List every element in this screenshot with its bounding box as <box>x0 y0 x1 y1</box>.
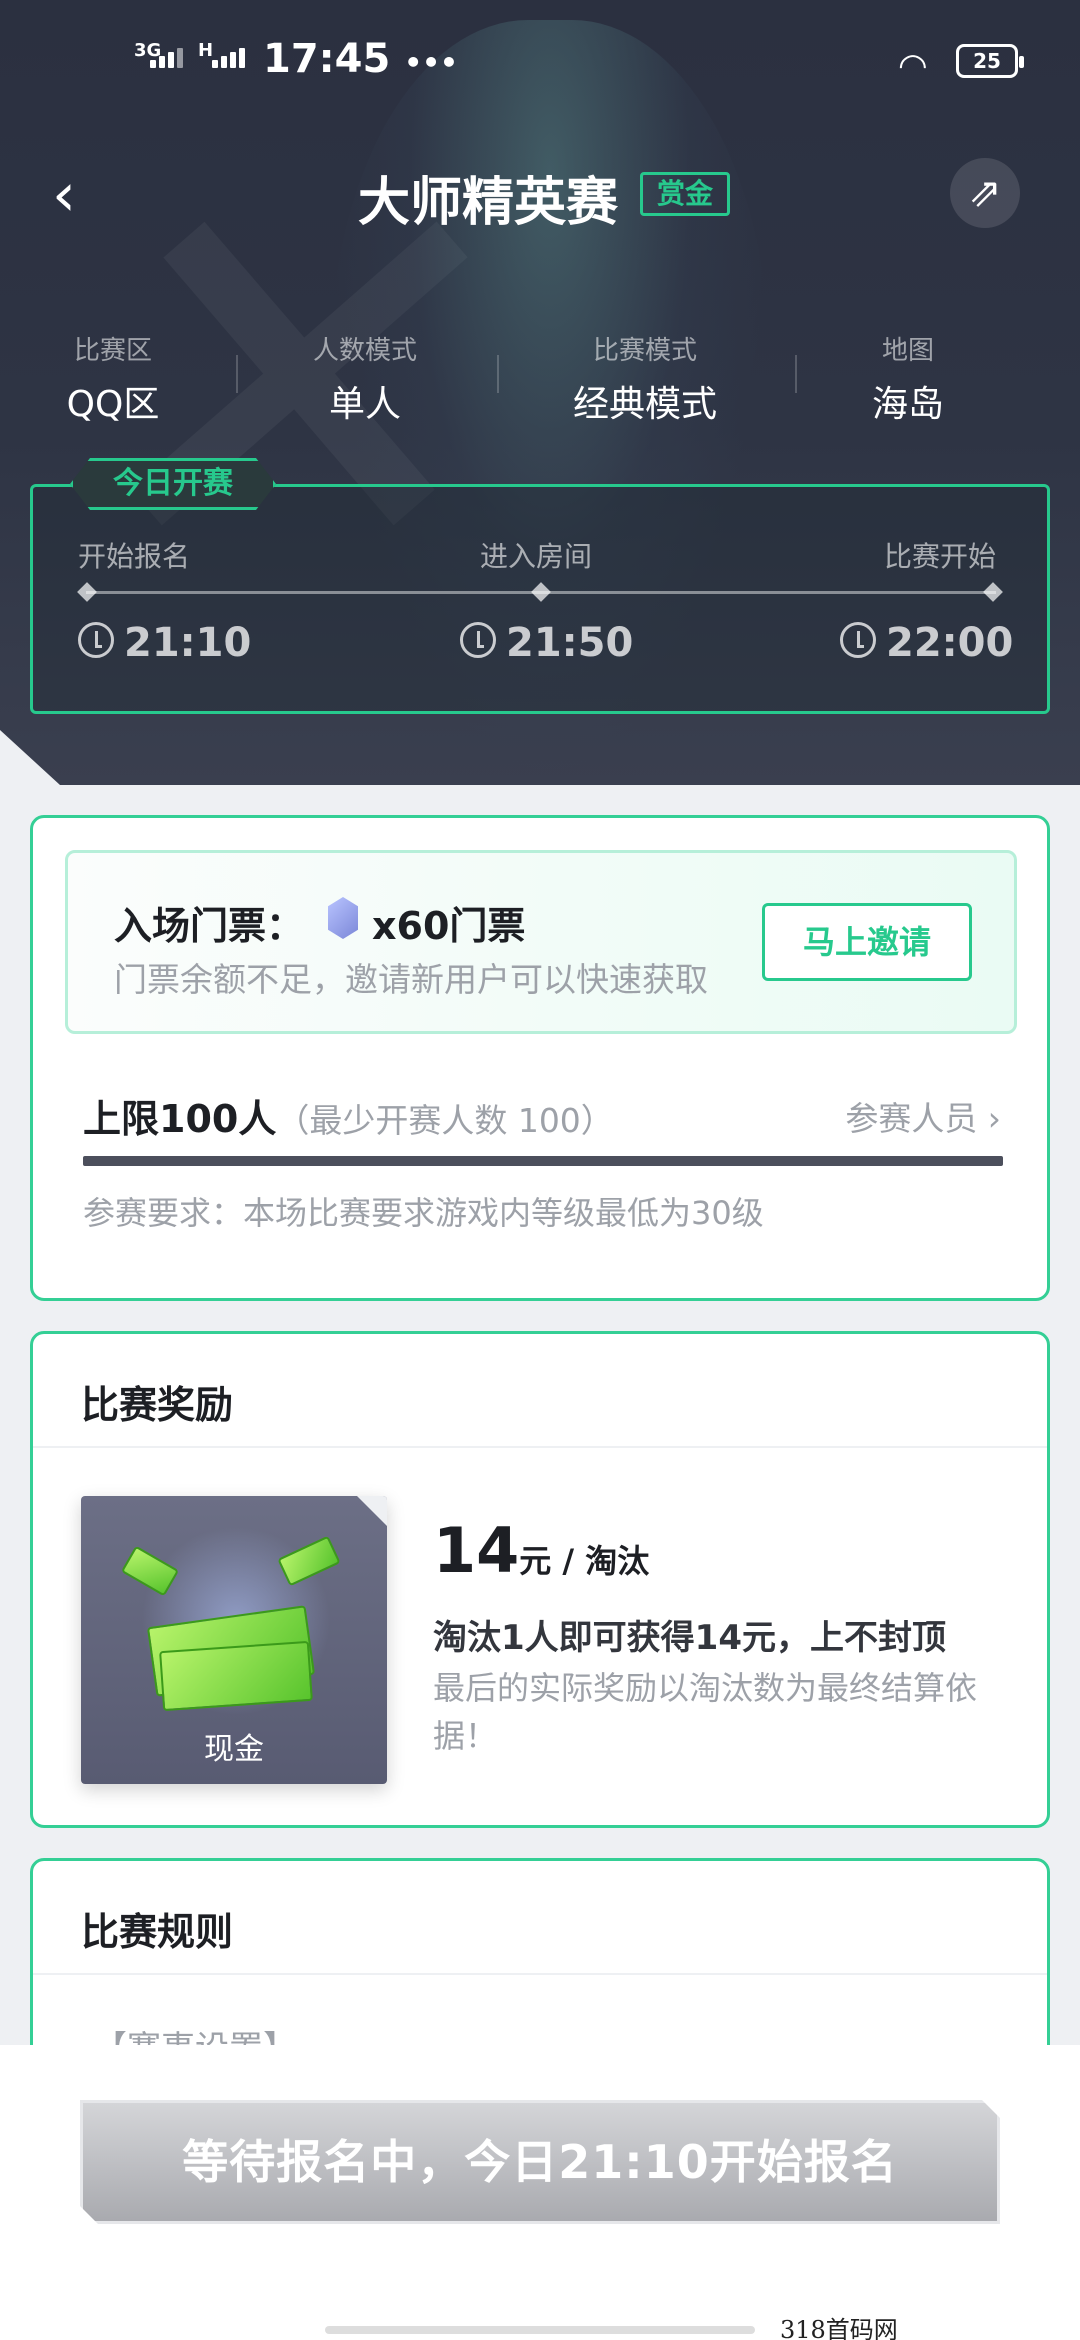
schedule-step-label: 比赛开始 <box>884 540 997 573</box>
signal-bars-icon-2 <box>212 48 245 68</box>
ticket-gem-icon <box>328 897 358 939</box>
share-button[interactable]: ⇗ <box>950 158 1020 228</box>
signal-label-2: H <box>198 40 214 61</box>
info-map-value: 海岛 <box>871 384 944 425</box>
ticket-label: 入场门票： <box>114 904 305 948</box>
info-player-mode-label: 人数模式 <box>312 336 417 366</box>
reward-image-caption: 现金 <box>204 1732 264 1767</box>
info-match-mode: 比赛模式 经典模式 <box>565 330 725 427</box>
divider <box>33 1446 1047 1448</box>
site-watermark: 318首码网 www.E318.com <box>776 2310 1080 2340</box>
today-badge: 今日开赛 <box>70 458 276 510</box>
schedule-time: 21:50 <box>460 620 633 666</box>
info-map: 地图 海岛 <box>858 330 958 427</box>
entry-card: 入场门票： x60门票 门票余额不足，邀请新用户可以快速获取 马上邀请 上限10… <box>30 815 1050 1301</box>
divider <box>236 355 238 393</box>
chevron-left-icon: ‹ <box>52 160 76 230</box>
app-screen: ✕ 3G H 17:45 ••• ◠ 25 ‹ 大师精英赛 赏金 ⇗ 比赛区 Q… <box>0 0 1080 2340</box>
reward-price: 14元 / 淘汰 <box>433 1514 650 1587</box>
home-indicator <box>325 2326 755 2334</box>
info-map-label: 地图 <box>881 336 934 366</box>
hero-corner-cut <box>0 730 60 785</box>
info-match-mode-value: 经典模式 <box>572 384 717 425</box>
invite-button[interactable]: 马上邀请 <box>762 903 972 981</box>
info-region-value: QQ区 <box>66 384 160 425</box>
signal-bars-icon <box>150 48 183 68</box>
ticket-panel: 入场门票： x60门票 门票余额不足，邀请新用户可以快速获取 马上邀请 <box>65 850 1017 1034</box>
register-button[interactable]: 等待报名中，今日21:10开始报名 <box>80 2100 1000 2224</box>
clock-icon <box>840 622 876 658</box>
wifi-icon: ◠ <box>898 46 928 86</box>
battery-icon: 25 <box>956 44 1024 78</box>
min-participants: （最少开赛人数 100） <box>276 1101 614 1140</box>
info-player-mode-value: 单人 <box>328 384 401 425</box>
reward-note: 最后的实际奖励以淘汰数为最终结算依据！ <box>433 1669 978 1755</box>
cash-stack-icon <box>159 1640 313 1712</box>
reward-description: 淘汰1人即可获得14元，上不封顶 <box>433 1618 946 1658</box>
ticket-amount: x60门票 <box>372 904 526 948</box>
cash-reward-image: 现金 <box>81 1496 387 1784</box>
back-button[interactable]: ‹ <box>52 165 98 225</box>
participant-limit: 上限100人（最少开赛人数 100） <box>83 1097 614 1141</box>
ticket-hint: 门票余额不足，邀请新用户可以快速获取 <box>114 960 708 999</box>
rules-heading: 比赛规则 <box>81 1910 234 1954</box>
status-bar: 3G H 17:45 ••• ◠ 25 <box>0 30 1080 90</box>
hero-banner: ✕ 3G H 17:45 ••• ◠ 25 ‹ 大师精英赛 赏金 ⇗ 比赛区 Q… <box>0 0 1080 785</box>
clock: 17:45 ••• <box>263 36 458 82</box>
schedule-step-label: 进入房间 <box>480 540 593 573</box>
divider <box>33 1973 1047 1975</box>
participants-link[interactable]: 参赛人员 › <box>845 1092 1001 1140</box>
divider <box>497 355 499 393</box>
info-player-mode: 人数模式 单人 <box>290 330 440 427</box>
schedule-time: 21:10 <box>78 620 251 666</box>
more-indicator: ••• <box>404 46 458 79</box>
participant-progress-bar <box>83 1156 1003 1166</box>
image-corner <box>357 1496 387 1526</box>
info-match-mode-label: 比赛模式 <box>592 336 697 366</box>
schedule-step-label: 开始报名 <box>78 540 191 573</box>
info-region: 比赛区 QQ区 <box>48 330 178 427</box>
page-title: 大师精英赛 <box>358 173 619 233</box>
share-icon: ⇗ <box>968 170 1002 216</box>
reward-heading: 比赛奖励 <box>81 1383 234 1427</box>
clock-icon <box>78 622 114 658</box>
clock-icon <box>460 622 496 658</box>
schedule-time: 22:00 <box>840 620 1013 666</box>
participation-requirement: 参赛要求：本场比赛要求游戏内等级最低为30级 <box>83 1194 764 1232</box>
info-region-label: 比赛区 <box>73 336 152 366</box>
divider <box>795 355 797 393</box>
bounty-tag: 赏金 <box>640 172 731 216</box>
reward-card: 比赛奖励 现金 14元 / 淘汰 淘汰1人即可获得14元，上不封顶 最后的实际奖… <box>30 1331 1050 1828</box>
